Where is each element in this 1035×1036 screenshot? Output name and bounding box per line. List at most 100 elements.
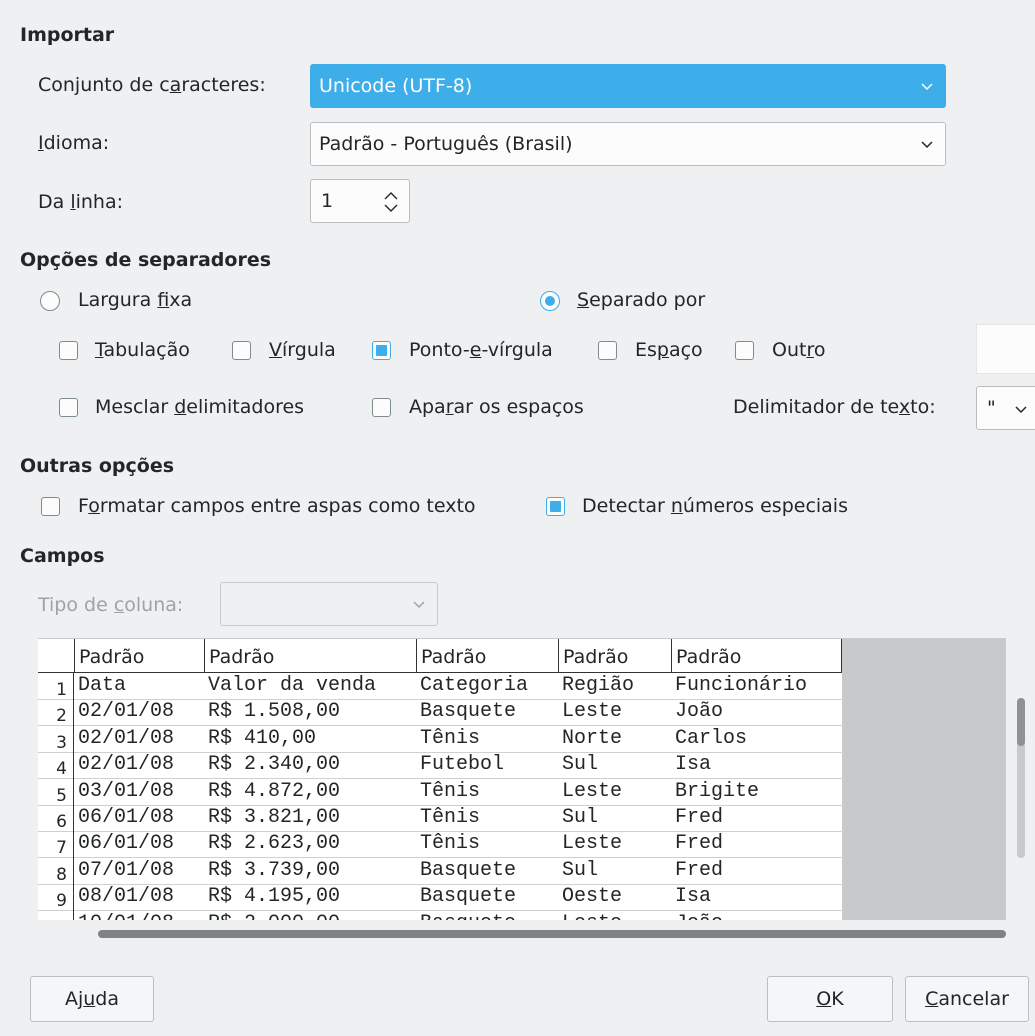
table-cell: Fred bbox=[675, 858, 724, 882]
text-delimiter-select[interactable]: " bbox=[976, 386, 1035, 430]
row-number: 6 bbox=[38, 805, 74, 832]
table-row: 1 Data Valor da venda Categoria Região Funcio… bbox=[38, 673, 844, 700]
column-header[interactable]: Padrão bbox=[74, 639, 204, 673]
table-cell: R$ 3.739,00 bbox=[208, 858, 341, 882]
comma-label[interactable]: Vírgula bbox=[269, 339, 336, 361]
language-value: Padrão - Português (Brasil) bbox=[319, 133, 573, 155]
chevron-down-icon bbox=[921, 141, 933, 149]
other-options-section-title: Outras opções bbox=[20, 455, 175, 477]
table-cell: 02/01/08 bbox=[78, 726, 175, 750]
table-cell: R$ 2.000,00 bbox=[208, 911, 340, 920]
table-row: 2 02/01/08 R$ 1.508,00 Basquete Leste João bbox=[38, 699, 844, 727]
table-cell: Fred bbox=[675, 806, 724, 829]
horizontal-scrollbar-thumb[interactable] bbox=[98, 930, 1006, 938]
column-header[interactable]: Padrão bbox=[416, 639, 558, 673]
row-number: 10 bbox=[38, 910, 74, 920]
separated-by-radio[interactable] bbox=[540, 291, 560, 311]
table-cell: 08/01/08 bbox=[78, 885, 175, 909]
ok-button[interactable]: OK bbox=[767, 976, 893, 1022]
tab-label[interactable]: Tabulação bbox=[95, 339, 190, 361]
table-cell: Valor da venda bbox=[208, 674, 377, 697]
table-cell: R$ 410,00 bbox=[208, 726, 317, 750]
tab-checkbox[interactable] bbox=[59, 341, 78, 360]
separator-section-title: Opções de separadores bbox=[20, 249, 272, 271]
semicolon-label[interactable]: Ponto-e-vírgula bbox=[409, 339, 553, 361]
trim-spaces-label[interactable]: Aparar os espaços bbox=[409, 396, 584, 418]
table-cell: Tênis bbox=[420, 779, 481, 803]
quoted-as-text-label[interactable]: Formatar campos entre aspas como texto bbox=[78, 495, 476, 517]
table-row: 5 03/01/08 R$ 4.872,00 Tênis Leste Brigite bbox=[38, 778, 844, 806]
table-cell: Sul bbox=[562, 806, 599, 829]
table-cell: 07/01/08 bbox=[78, 858, 175, 882]
detect-special-label[interactable]: Detectar números especiais bbox=[582, 495, 848, 517]
fields-section-title: Campos bbox=[20, 545, 105, 567]
row-number: 5 bbox=[38, 778, 74, 806]
table-cell: R$ 4.872,00 bbox=[208, 779, 341, 803]
table-cell: Data bbox=[78, 674, 127, 697]
row-number: 3 bbox=[38, 725, 74, 753]
vertical-scrollbar-thumb[interactable] bbox=[1017, 698, 1025, 746]
table-cell: Carlos bbox=[675, 726, 748, 750]
table-cell: Norte bbox=[562, 726, 623, 750]
fields-preview-grid[interactable]: Padrão Padrão Padrão Padrão Padrão 1 Data… bbox=[38, 638, 1006, 920]
row-number: 8 bbox=[38, 857, 74, 885]
column-header[interactable]: Padrão bbox=[204, 639, 416, 673]
fixed-width-label[interactable]: Largura fixa bbox=[78, 289, 192, 311]
table-cell: 03/01/08 bbox=[78, 779, 175, 803]
table-cell: Leste bbox=[562, 911, 622, 920]
merge-delimiters-label[interactable]: Mesclar delimitadores bbox=[95, 396, 304, 418]
chevron-down-icon bbox=[413, 601, 425, 609]
row-number: 7 bbox=[38, 831, 74, 859]
quoted-as-text-checkbox[interactable] bbox=[41, 497, 60, 516]
table-cell: Região bbox=[562, 674, 635, 697]
table-cell: Basquete bbox=[420, 700, 517, 724]
table-row: 9 08/01/08 R$ 4.195,00 Basquete Oeste Isa bbox=[38, 884, 844, 912]
table-cell: Categoria bbox=[420, 674, 529, 697]
table-cell: 06/01/08 bbox=[78, 832, 175, 856]
from-row-spinbox[interactable]: 1 bbox=[310, 179, 410, 223]
table-cell: Basquete bbox=[420, 858, 517, 882]
language-select[interactable]: Padrão - Português (Brasil) bbox=[310, 122, 946, 166]
column-header[interactable]: Padrão bbox=[558, 639, 671, 673]
table-cell: 02/01/08 bbox=[78, 700, 175, 724]
grid-empty-area bbox=[842, 639, 1006, 920]
space-checkbox[interactable] bbox=[598, 341, 617, 360]
cancel-button[interactable]: Cancelar bbox=[905, 976, 1029, 1022]
help-button[interactable]: Aj u da bbox=[30, 976, 154, 1022]
other-checkbox[interactable] bbox=[735, 341, 754, 360]
other-separator-input[interactable] bbox=[976, 324, 1035, 374]
charset-select[interactable]: Unicode (UTF-8) bbox=[310, 64, 946, 108]
space-label[interactable]: Espaço bbox=[635, 339, 703, 361]
spin-arrows-icon[interactable] bbox=[381, 187, 401, 215]
semicolon-checkbox[interactable] bbox=[372, 341, 391, 360]
table-cell: R$ 3.821,00 bbox=[208, 806, 341, 829]
row-number: 1 bbox=[38, 673, 74, 700]
table-row: 7 06/01/08 R$ 2.623,00 Tênis Leste Fred bbox=[38, 831, 844, 859]
table-cell: 10/01/08 bbox=[78, 911, 174, 920]
comma-checkbox[interactable] bbox=[232, 341, 251, 360]
other-label[interactable]: Outro bbox=[772, 339, 825, 361]
text-delimiter-label: Delimitador de texto: bbox=[733, 396, 936, 418]
table-cell: Isa bbox=[675, 885, 712, 909]
fixed-width-radio[interactable] bbox=[40, 291, 60, 311]
chevron-down-icon bbox=[1015, 406, 1027, 414]
table-cell: João bbox=[675, 700, 724, 724]
separated-by-label[interactable]: Separado por bbox=[577, 289, 705, 311]
column-header-row: Padrão Padrão Padrão Padrão Padrão bbox=[38, 639, 842, 673]
column-type-select[interactable] bbox=[220, 582, 438, 626]
column-header[interactable]: Padrão bbox=[671, 639, 842, 673]
table-cell: Tênis bbox=[420, 726, 481, 750]
column-type-label: Tipo de coluna: bbox=[38, 594, 184, 616]
table-cell: Basquete bbox=[420, 885, 517, 909]
trim-spaces-checkbox[interactable] bbox=[372, 398, 391, 417]
language-label: Idioma: bbox=[38, 132, 110, 154]
table-cell: R$ 2.623,00 bbox=[208, 832, 341, 856]
table-cell: Isa bbox=[675, 753, 712, 777]
detect-special-checkbox[interactable] bbox=[546, 497, 565, 516]
table-cell: Tênis bbox=[420, 832, 481, 856]
merge-delimiters-checkbox[interactable] bbox=[59, 398, 78, 417]
table-cell: R$ 2.340,00 bbox=[208, 753, 341, 777]
table-cell: Funcionário bbox=[675, 674, 808, 697]
table-cell: Sul bbox=[562, 858, 599, 882]
table-cell: Sul bbox=[562, 753, 599, 777]
